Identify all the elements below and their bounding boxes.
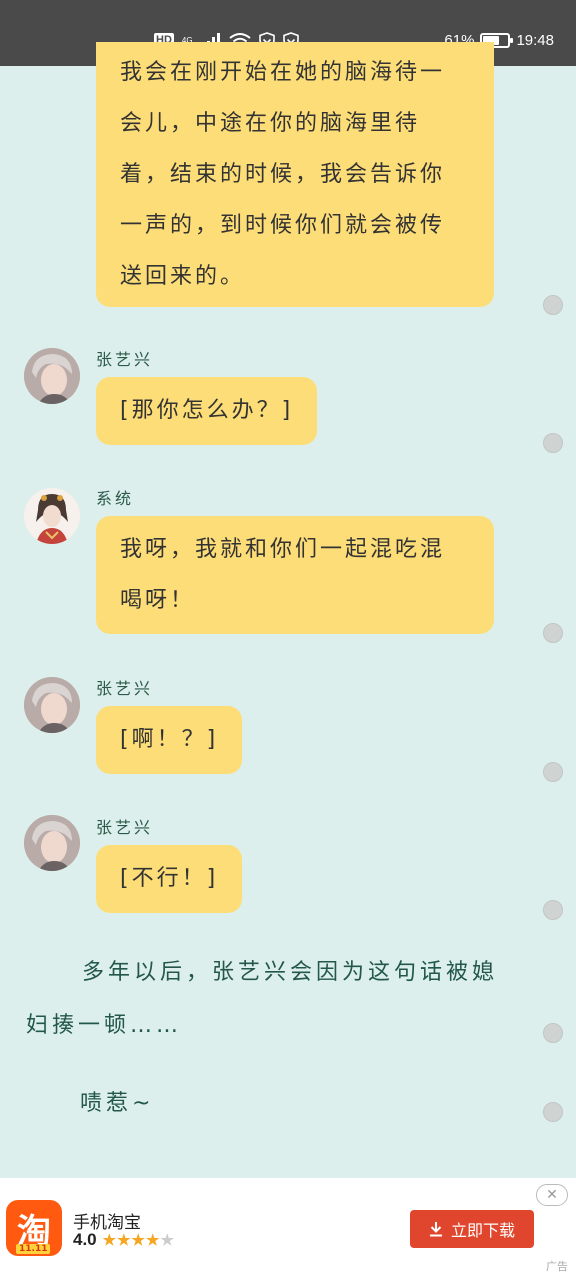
select-dot[interactable] (543, 762, 563, 782)
select-dot[interactable] (543, 623, 563, 643)
message-line: [啊！？] (120, 727, 219, 752)
sender-name: 系统 (96, 489, 135, 508)
message-line: 着，结束的时候，我会告诉你 (120, 162, 446, 187)
select-dot[interactable] (543, 433, 563, 453)
message-bubble: [啊！？] (96, 706, 243, 774)
avatar-costume-girl-icon (24, 488, 80, 544)
narration-line: 多年以后，张艺兴会因为这句话被媳 (82, 960, 499, 985)
avatar[interactable] (24, 348, 80, 404)
star-filled-icon: ★ (102, 1232, 118, 1249)
avatar[interactable] (24, 677, 80, 733)
narration-line: 啧惹~ (80, 1091, 155, 1116)
ad-label: 广告 (546, 1260, 568, 1273)
message-line: 送回来的。 (120, 264, 246, 289)
select-dot[interactable] (543, 1023, 563, 1043)
download-button[interactable]: 立即下载 (410, 1210, 534, 1248)
star-filled-icon: ★ (117, 1232, 132, 1249)
avatar[interactable] (24, 488, 80, 544)
select-dot[interactable] (543, 900, 563, 920)
avatar-person-icon (24, 677, 80, 733)
close-ad-button[interactable]: ✕ (536, 1184, 568, 1206)
message-bubble: 我会在刚开始在她的脑海待一 会儿，中途在你的脑海里待 着，结束的时候，我会告诉你… (96, 42, 494, 307)
sender-name: 张艺兴 (96, 679, 154, 698)
star-empty-icon: ★ (160, 1232, 175, 1249)
message-line: 我呀，我就和你们一起混吃混 (120, 537, 446, 562)
message-bubble: [那你怎么办？] (96, 377, 318, 445)
message-line: [不行！] (120, 866, 219, 891)
select-dot[interactable] (543, 1102, 563, 1122)
select-dot[interactable] (543, 295, 563, 315)
sender-name: 张艺兴 (96, 818, 154, 837)
avatar-person-icon (24, 348, 80, 404)
star-rating-icon: ★★★★★ (103, 1231, 175, 1249)
taobao-app-icon[interactable]: 淘 11.11 (6, 1200, 62, 1256)
rating-value: 4.0 (73, 1230, 97, 1249)
message-line: 我会在刚开始在她的脑海待一 (120, 60, 446, 85)
avatar-person-icon (24, 815, 80, 871)
narration-line: 妇揍一顿…… (26, 1013, 183, 1038)
ad-rating: 4.0 ★★★★★ (73, 1230, 175, 1250)
download-icon (429, 1222, 442, 1237)
message-line: 一声的，到时候你们就会被传 (120, 213, 446, 238)
message-line: 喝呀！ (120, 588, 196, 613)
download-label: 立即下载 (450, 1221, 515, 1240)
ad-banner[interactable]: 淘 11.11 手机淘宝 4.0 ★★★★★ 立即下载 ✕ 广告 (0, 1178, 576, 1280)
message-bubble: [不行！] (96, 845, 243, 913)
message-line: 会儿，中途在你的脑海里待 (120, 111, 421, 136)
avatar[interactable] (24, 815, 80, 871)
app-icon-tag: 11.11 (16, 1244, 51, 1254)
sender-name: 张艺兴 (96, 350, 154, 369)
clock: 19:48 (516, 32, 554, 49)
message-line: [那你怎么办？] (120, 398, 294, 423)
star-filled-icon: ★ (146, 1232, 161, 1249)
message-bubble: 我呀，我就和你们一起混吃混 喝呀！ (96, 516, 494, 634)
close-icon: ✕ (546, 1187, 558, 1203)
star-filled-icon: ★ (131, 1232, 146, 1249)
